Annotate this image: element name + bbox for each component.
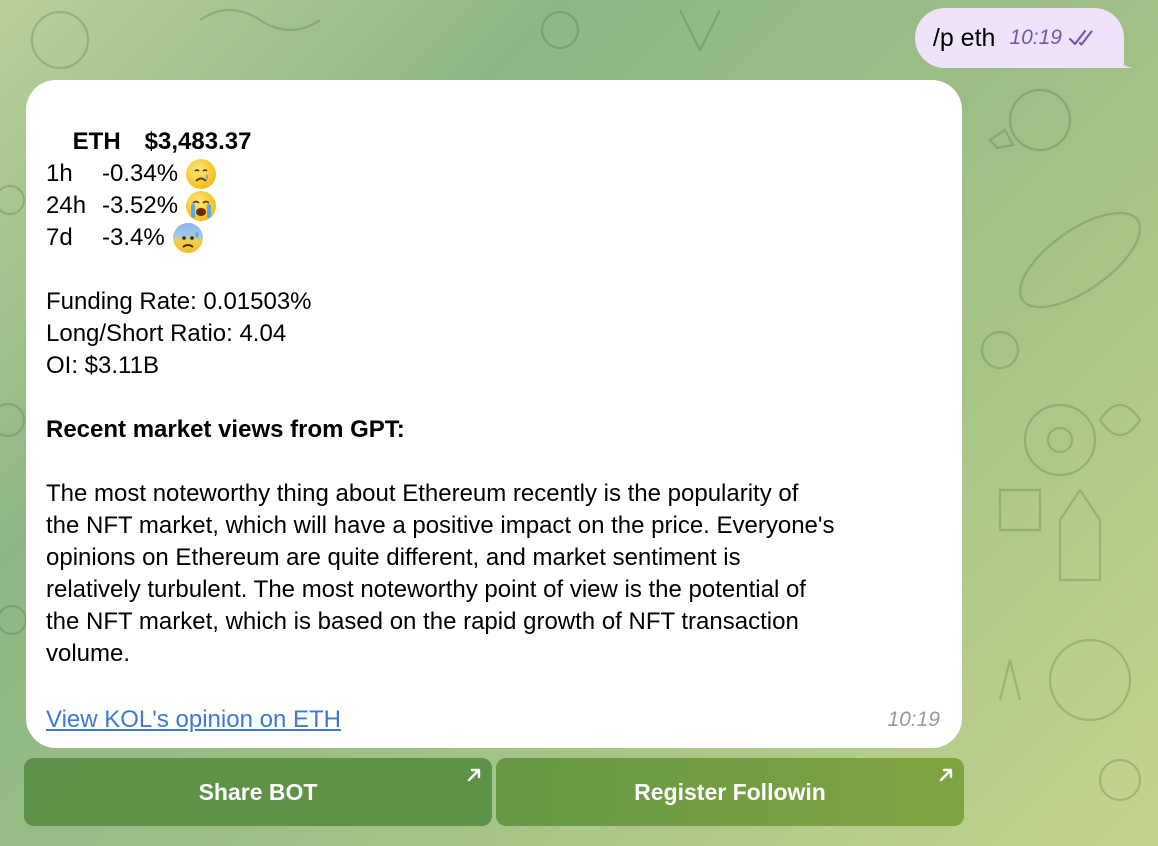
external-arrow-icon xyxy=(939,768,953,782)
change-value: -0.34% xyxy=(102,160,179,187)
change-row-24h: 24h -3.52% xyxy=(46,190,942,222)
market-views-heading: Recent market views from GPT: xyxy=(46,416,405,443)
double-check-icon xyxy=(1068,29,1093,46)
register-followin-button[interactable]: Register Followin xyxy=(496,758,964,826)
market-views-paragraph: The most noteworthy thing about Ethereum… xyxy=(46,478,942,670)
bot-reply-message[interactable]: ETH $3,483.37 1h -0.34% 24h -3.52% 7d -3… xyxy=(26,80,962,748)
outgoing-message-text: /p eth xyxy=(932,23,996,52)
ticker-symbol: ETH xyxy=(72,128,121,155)
change-period: 7d xyxy=(46,224,73,251)
funding-rate: Funding Rate: 0.01503% xyxy=(46,288,312,315)
outgoing-message-time: 10:19 xyxy=(1009,26,1062,49)
long-short-ratio: Long/Short Ratio: 4.04 xyxy=(46,320,287,347)
paragraph-line: volume. xyxy=(46,640,131,667)
loudly-crying-face-icon xyxy=(186,191,217,221)
price-header: ETH $3,483.37 xyxy=(46,94,942,155)
change-period: 24h xyxy=(46,192,87,219)
anxious-face-with-sweat-icon xyxy=(172,223,203,253)
crying-face-icon xyxy=(186,159,217,189)
change-value: -3.4% xyxy=(102,224,165,251)
open-interest: OI: $3.11B xyxy=(46,352,159,379)
external-arrow-icon xyxy=(467,768,481,782)
change-value: -3.52% xyxy=(102,192,179,219)
kol-opinion-link[interactable]: View KOL's opinion on ETH xyxy=(46,704,341,736)
share-bot-button[interactable]: Share BOT xyxy=(24,758,492,826)
register-followin-label: Register Followin xyxy=(634,778,826,805)
paragraph-line: opinions on Ethereum are quite different… xyxy=(46,544,741,571)
message-footer: View KOL's opinion on ETH 10:19 xyxy=(46,704,940,736)
bubble-tail xyxy=(1112,48,1134,68)
outgoing-message[interactable]: /p eth 10:19 xyxy=(914,8,1134,68)
current-price: $3,483.37 xyxy=(144,128,252,155)
change-period: 1h xyxy=(46,160,73,187)
paragraph-line: the NFT market, which is based on the ra… xyxy=(46,608,799,635)
paragraph-line: The most noteworthy thing about Ethereum… xyxy=(46,480,799,507)
reply-time: 10:19 xyxy=(887,708,940,731)
change-row-7d: 7d -3.4% xyxy=(46,222,942,254)
change-row-1h: 1h -0.34% xyxy=(46,158,942,190)
share-bot-label: Share BOT xyxy=(198,778,318,805)
paragraph-line: the NFT market, which will have a positi… xyxy=(46,512,835,539)
paragraph-line: relatively turbulent. The most noteworth… xyxy=(46,576,806,603)
